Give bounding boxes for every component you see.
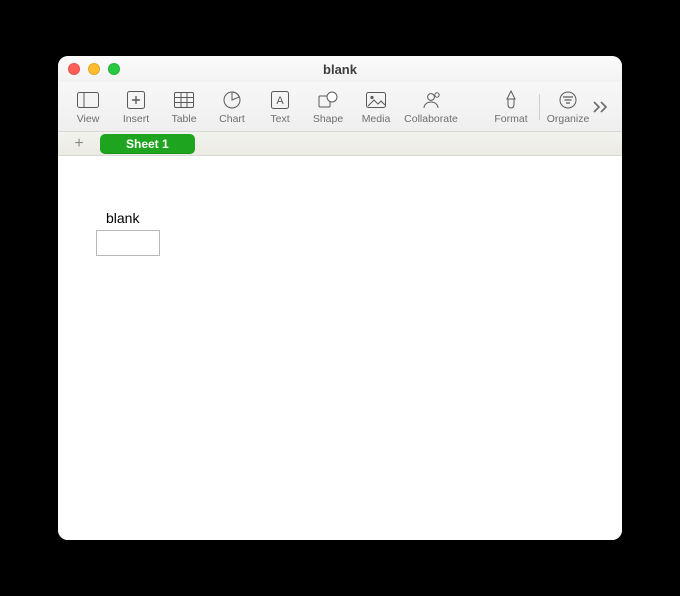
toolbar-divider	[539, 94, 540, 120]
sheet-tab-active[interactable]: Sheet 1	[100, 134, 195, 154]
table-button[interactable]: Table	[160, 84, 208, 130]
text-button[interactable]: A Text	[256, 84, 304, 130]
chevrons-right-icon	[592, 100, 608, 114]
insert-button[interactable]: Insert	[112, 84, 160, 130]
toolbar-label: Shape	[313, 113, 343, 125]
toolbar-label: Collaborate	[404, 113, 458, 125]
shape-button[interactable]: Shape	[304, 84, 352, 130]
text-icon: A	[269, 89, 291, 111]
sidebar-icon	[77, 89, 99, 111]
toolbar-label: Text	[270, 113, 289, 125]
format-button[interactable]: Format	[487, 84, 535, 130]
app-window: blank View Insert Table Chart	[58, 56, 622, 540]
toolbar-label: Format	[494, 113, 527, 125]
collaborate-icon	[420, 89, 442, 111]
toolbar-label: Chart	[219, 113, 245, 125]
table-icon	[173, 89, 195, 111]
window-title: blank	[58, 62, 622, 77]
table-title[interactable]: blank	[106, 210, 139, 226]
add-sheet-button[interactable]: +	[66, 134, 92, 154]
media-button[interactable]: Media	[352, 84, 400, 130]
toolbar-label: View	[77, 113, 100, 125]
chart-button[interactable]: Chart	[208, 84, 256, 130]
minimize-icon[interactable]	[88, 63, 100, 75]
shape-icon	[317, 89, 339, 111]
collaborate-button[interactable]: Collaborate	[400, 84, 462, 130]
spreadsheet-canvas[interactable]: blank	[58, 156, 622, 540]
toolbar-overflow-button[interactable]	[592, 100, 616, 114]
sheet-tabstrip: + Sheet 1	[58, 132, 622, 156]
filter-icon	[557, 89, 579, 111]
brush-icon	[500, 89, 522, 111]
toolbar-label: Organize	[547, 113, 590, 125]
window-controls	[68, 63, 120, 75]
plus-box-icon	[125, 89, 147, 111]
zoom-icon[interactable]	[108, 63, 120, 75]
svg-text:A: A	[276, 95, 284, 107]
table-cell[interactable]	[96, 230, 160, 256]
image-icon	[365, 89, 387, 111]
organize-button[interactable]: Organize	[544, 84, 592, 130]
toolbar-label: Table	[171, 113, 196, 125]
toolbar-label: Insert	[123, 113, 149, 125]
toolbar-label: Media	[362, 113, 391, 125]
close-icon[interactable]	[68, 63, 80, 75]
titlebar[interactable]: blank	[58, 56, 622, 82]
pie-chart-icon	[221, 89, 243, 111]
view-button[interactable]: View	[64, 84, 112, 130]
toolbar: View Insert Table Chart A Text	[58, 82, 622, 132]
plus-icon: +	[74, 135, 83, 153]
